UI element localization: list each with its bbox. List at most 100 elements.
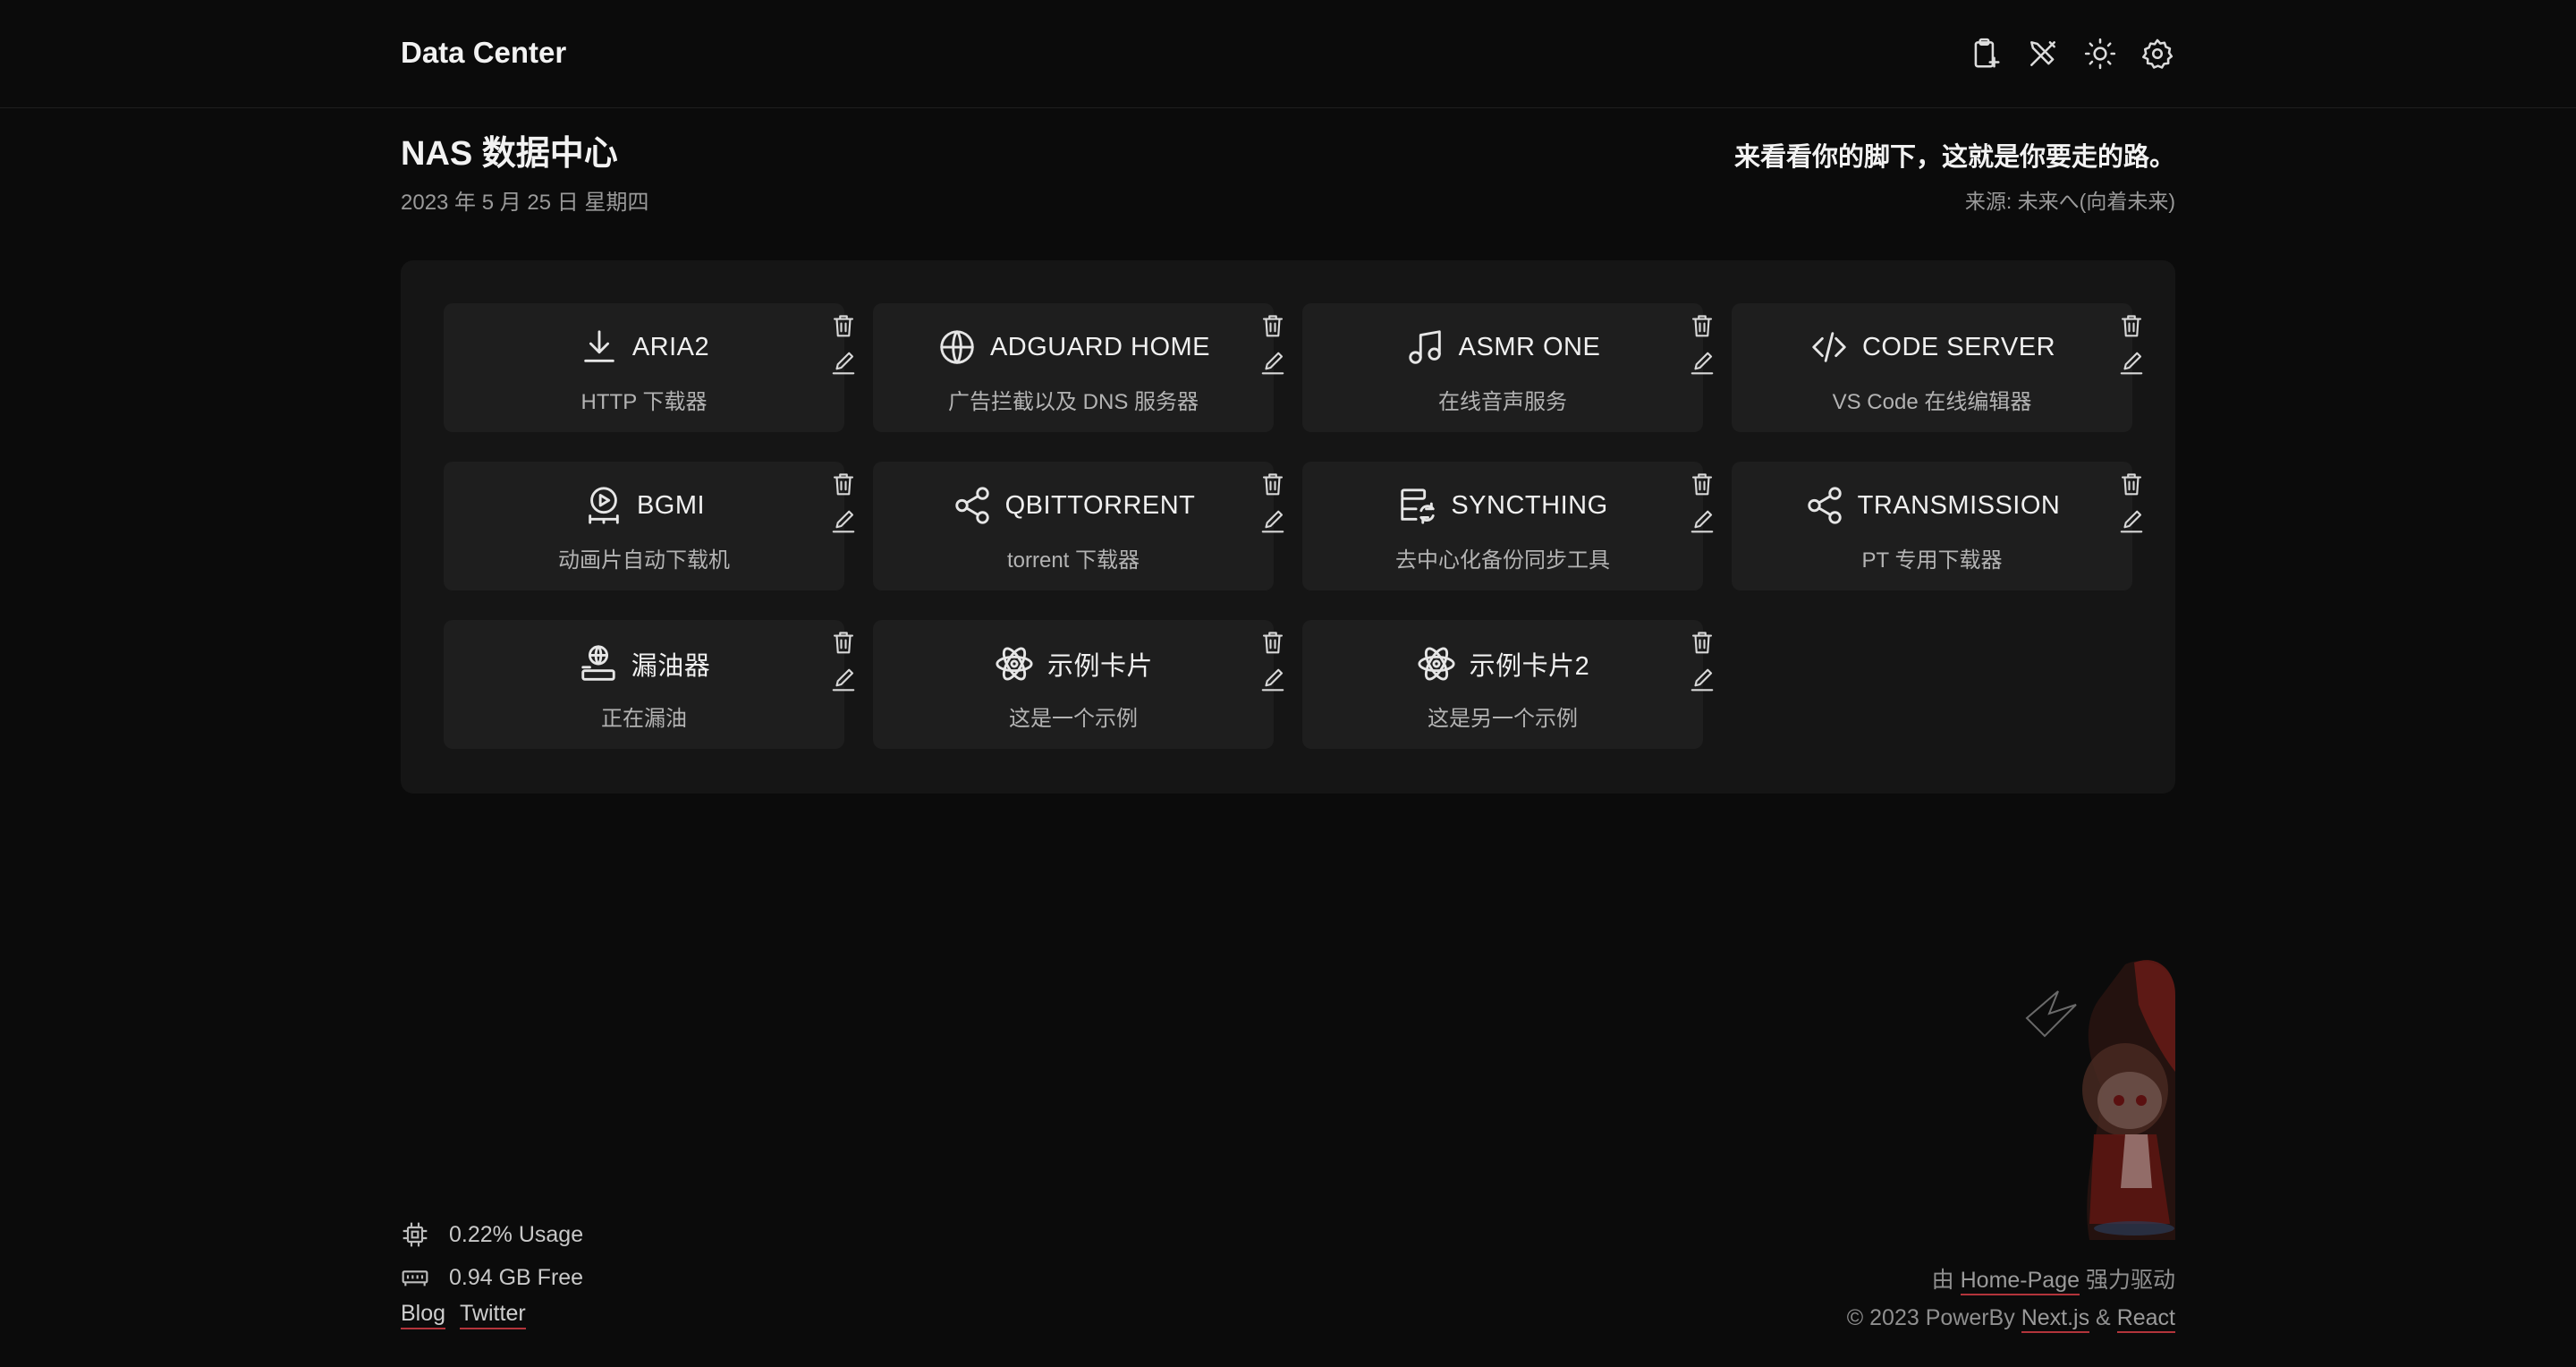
pencil-icon — [1690, 510, 1714, 533]
system-stats: 0.22% Usage 0.94 GB Free Blog Twitter — [401, 1213, 583, 1329]
top-bar: Data Center — [0, 0, 2576, 108]
memory-icon — [402, 1270, 428, 1286]
delete-button[interactable] — [1259, 471, 1286, 497]
video-play-icon — [589, 487, 619, 524]
delete-button[interactable] — [830, 471, 857, 497]
page-heading: NAS 数据中心 2023 年 5 月 25 日 星期四 — [401, 132, 648, 216]
sun-icon — [2084, 38, 2116, 70]
server-sync-icon — [1401, 488, 1436, 524]
card-example-2[interactable]: 示例卡片2 这是另一个示例 — [1302, 620, 1714, 749]
nextjs-link[interactable]: Next.js — [2021, 1305, 2090, 1333]
gear-icon — [2142, 38, 2174, 69]
cpu-icon — [402, 1222, 428, 1247]
add-card-button[interactable] — [1964, 32, 2007, 75]
mascot-image — [2025, 960, 2175, 1240]
edit-button[interactable] — [830, 350, 857, 377]
cpu-stat: 0.22% Usage — [401, 1213, 583, 1256]
homepage-link[interactable]: Home-Page — [1960, 1268, 2080, 1295]
edit-button[interactable] — [1259, 667, 1286, 693]
pencil-icon — [2120, 352, 2143, 375]
card-title: BGMI — [636, 490, 706, 520]
code-icon — [1812, 332, 1846, 362]
settings-button[interactable] — [2136, 32, 2179, 75]
pencil-icon — [832, 352, 855, 375]
card-title: 漏油器 — [631, 652, 711, 681]
globe-icon — [940, 330, 974, 364]
react-icon — [996, 647, 1033, 681]
card-description: 正在漏油 — [601, 707, 687, 731]
trash-icon — [833, 315, 854, 337]
memory-stat: 0.94 GB Free — [401, 1256, 583, 1299]
card-title: CODE SERVER — [1861, 332, 2056, 361]
quote-text: 来看看你的脚下，这就是你要走的路。 — [1733, 143, 2175, 172]
card-title: QBITTORRENT — [1004, 490, 1196, 520]
edit-button[interactable] — [2118, 508, 2145, 535]
delete-button[interactable] — [830, 312, 857, 339]
theme-toggle-button[interactable] — [2079, 32, 2122, 75]
card-title: TRANSMISSION — [1857, 490, 2061, 520]
app-title: Data Center — [401, 36, 567, 69]
trash-icon — [2121, 315, 2142, 337]
delete-button[interactable] — [1689, 312, 1716, 339]
edit-button[interactable] — [1259, 350, 1286, 377]
edit-button[interactable] — [2118, 350, 2145, 377]
download-icon — [584, 330, 614, 362]
delete-button[interactable] — [2118, 471, 2145, 497]
credit-prefix: 由 — [1931, 1268, 1954, 1293]
edit-button[interactable] — [830, 667, 857, 693]
card-asmr-one[interactable]: ASMR ONE 在线音声服务 — [1302, 303, 1714, 432]
cpu-usage: 0.22% Usage — [449, 1221, 584, 1247]
quote-source: 来源: 未来へ(向着未来) — [1964, 190, 2175, 213]
edit-button[interactable] — [830, 508, 857, 535]
card-description: 这是另一个示例 — [1428, 707, 1578, 731]
pencil-icon — [1261, 510, 1284, 533]
react-link[interactable]: React — [2116, 1305, 2175, 1333]
clipboard-add-icon — [1974, 38, 2000, 68]
pencil-icon — [2120, 510, 2143, 533]
card-syncthing[interactable]: SYNCTHING 去中心化备份同步工具 — [1302, 462, 1714, 590]
card-description: 广告拦截以及 DNS 服务器 — [947, 390, 1199, 414]
delete-button[interactable] — [1259, 312, 1286, 339]
card-oil-leaker[interactable]: 漏油器 正在漏油 — [444, 620, 855, 749]
toolbar — [1964, 32, 2179, 75]
card-description: 在线音声服务 — [1438, 390, 1567, 414]
pencil-icon — [1690, 668, 1714, 692]
edit-button[interactable] — [1689, 508, 1716, 535]
edit-button[interactable] — [1259, 508, 1286, 535]
pencil-icon — [1261, 352, 1284, 375]
pencil-icon — [832, 510, 855, 533]
copyright-text: © 2023 PowerBy — [1846, 1305, 2015, 1330]
card-description: 这是一个示例 — [1009, 707, 1138, 731]
card-aria2[interactable]: ARIA2 HTTP 下载器 — [444, 303, 855, 432]
card-title: ASMR ONE — [1458, 332, 1601, 361]
trash-icon — [833, 632, 854, 654]
edit-button[interactable] — [1689, 350, 1716, 377]
card-qbittorrent[interactable]: QBITTORRENT torrent 下载器 — [873, 462, 1284, 590]
delete-button[interactable] — [1689, 471, 1716, 497]
delete-button[interactable] — [2118, 312, 2145, 339]
edit-button[interactable] — [1689, 667, 1716, 693]
card-code-server[interactable]: CODE SERVER VS Code 在线编辑器 — [1732, 303, 2143, 432]
card-description: torrent 下载器 — [1006, 548, 1140, 573]
card-transmission[interactable]: TRANSMISSION PT 专用下载器 — [1732, 462, 2143, 590]
trash-icon — [1262, 315, 1284, 337]
delete-button[interactable] — [1259, 629, 1286, 656]
edit-mode-button[interactable] — [2021, 32, 2064, 75]
trash-icon — [1262, 473, 1284, 496]
delete-button[interactable] — [830, 629, 857, 656]
tools-icon — [2030, 41, 2055, 66]
pencil-icon — [1261, 668, 1284, 692]
card-bgmi[interactable]: BGMI 动画片自动下载机 — [444, 462, 855, 590]
page-title: NAS 数据中心 — [401, 135, 618, 173]
card-description: HTTP 下载器 — [580, 390, 708, 414]
card-example[interactable]: 示例卡片 这是一个示例 — [873, 620, 1284, 749]
pencil-icon — [832, 668, 855, 692]
twitter-link[interactable]: Twitter — [460, 1301, 526, 1329]
trash-icon — [1691, 632, 1713, 654]
blog-link[interactable]: Blog — [401, 1301, 446, 1329]
cards-panel: ARIA2 HTTP 下载器 ADGUARD HOME 广告拦截以及 DNS 服… — [401, 260, 2175, 794]
trash-icon — [1691, 315, 1713, 337]
card-adguard-home[interactable]: ADGUARD HOME 广告拦截以及 DNS 服务器 — [873, 303, 1284, 432]
delete-button[interactable] — [1689, 629, 1716, 656]
card-title: SYNCTHING — [1451, 490, 1608, 520]
